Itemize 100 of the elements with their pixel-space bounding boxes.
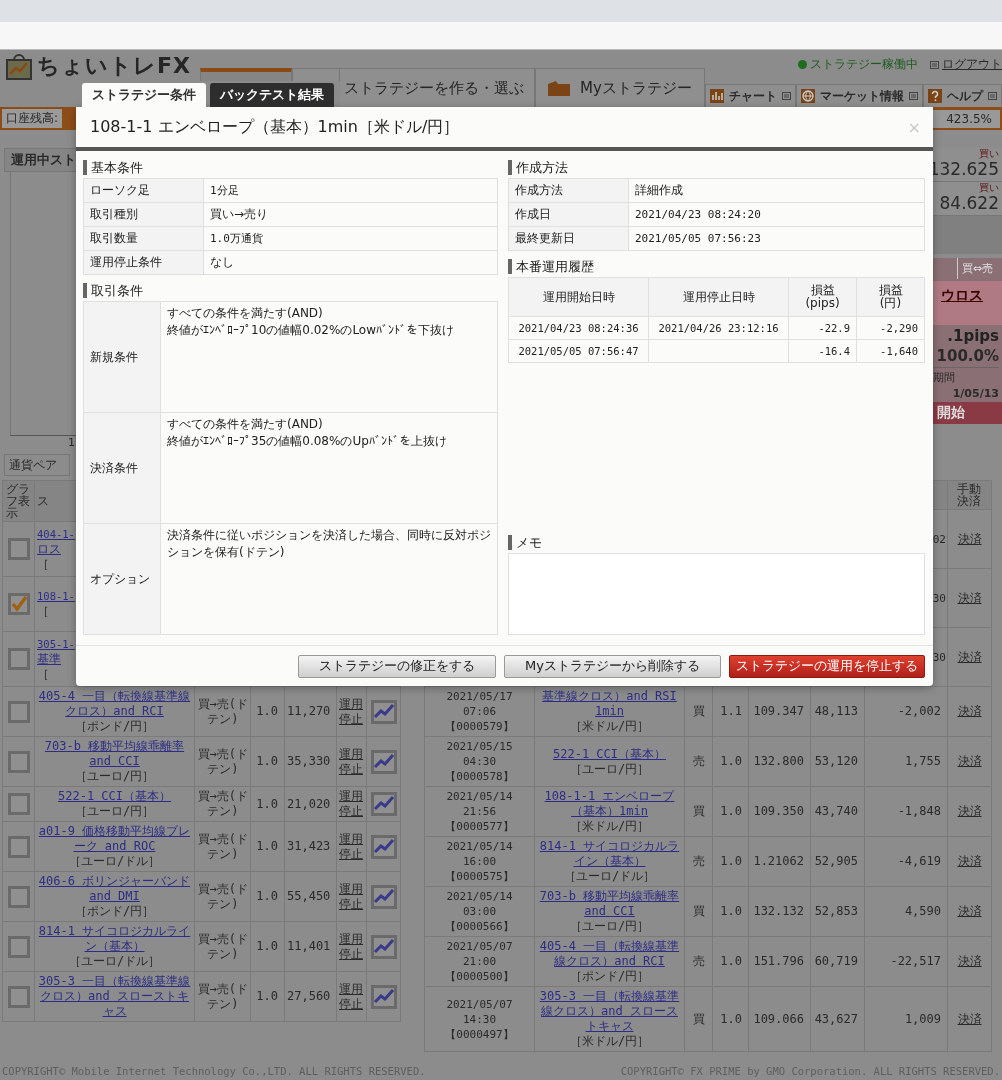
bar-chart-icon — [710, 89, 724, 103]
column-header: 損益 (円) — [856, 277, 925, 317]
settle-link[interactable]: 決済 — [957, 1011, 982, 1026]
strategy-link[interactable]: ロス — [37, 541, 61, 557]
condition-text: すべての条件を満たす(AND) — [167, 416, 324, 433]
condition-text: すべての条件を満たす(AND) — [167, 305, 324, 322]
strategy-link[interactable]: 814-1 サイコロジカルライン（基本） — [37, 924, 192, 954]
nav-tab-label[interactable]: ストラテジーを作る・選ぶ — [340, 68, 535, 107]
tab[interactable]: ストラテジー条件 — [82, 83, 206, 107]
line-chart-icon[interactable] — [370, 792, 397, 816]
settle-link[interactable]: 決済 — [957, 854, 982, 868]
order-id: 【0000497】 — [444, 1026, 515, 1042]
settle-link[interactable]: 決済 — [957, 804, 982, 818]
window-icon — [988, 92, 997, 100]
settle-link[interactable]: 決済 — [957, 649, 982, 664]
order-date: 2021/05/07 14:30 — [445, 996, 514, 1027]
pair-label: ［米ドル/円］ — [568, 819, 651, 834]
tab[interactable]: バックテスト結果 — [210, 83, 334, 107]
checkbox[interactable] — [7, 885, 30, 908]
tool-button[interactable]: マーケット情報 — [796, 84, 923, 107]
strategy-link[interactable]: 108-1-1 エンベロープ（基本）1min — [537, 789, 682, 819]
field-label: 作成方法 — [508, 178, 629, 203]
start-button[interactable]: 開始 — [933, 402, 1002, 424]
strategy-link[interactable]: 405-4 一目（転換線基準線クロス）and RCI — [537, 939, 682, 969]
nav-tab[interactable] — [292, 68, 340, 81]
nav-tab[interactable] — [200, 68, 292, 81]
price: 151.796 — [748, 936, 811, 987]
checkbox[interactable] — [7, 793, 30, 815]
profit-value: -22,517 — [864, 936, 948, 987]
settle-link[interactable]: 決済 — [957, 531, 982, 546]
stop-button[interactable]: ストラテジーの運用を停止する — [729, 654, 925, 678]
strategy-link[interactable]: 703-b 移動平均線乖離率 and CCI — [537, 889, 682, 919]
memo-field[interactable] — [508, 553, 925, 635]
strategy-link[interactable]: 基準線クロス）and RSI 1min — [537, 689, 682, 719]
strategy-link[interactable]: 305-1- — [37, 636, 75, 652]
profit-value: -4,619 — [864, 836, 948, 887]
checkbox[interactable] — [7, 835, 30, 858]
tool-button[interactable]: ヘルプ — [923, 84, 1002, 107]
quantity: 1.0 — [712, 736, 749, 787]
strategy-link[interactable]: 基準 — [37, 651, 61, 667]
field-label: ローソク足 — [83, 178, 204, 203]
field-label: 新規条件 — [83, 301, 161, 413]
strategy-link[interactable]: 814-1 サイコロジカルライン（基本） — [537, 839, 682, 869]
strategy-link[interactable]: 522-1 CCI（基本） — [537, 746, 682, 762]
settle-link[interactable]: 決済 — [957, 590, 982, 605]
strategy-link[interactable]: 404-1- — [37, 526, 75, 542]
field-label: 決済条件 — [83, 412, 161, 524]
nav-tab[interactable]: Myストラテジー — [535, 68, 705, 107]
logout-link[interactable]: ログアウト — [930, 56, 1002, 73]
pair-label: ［ポンド/円］ — [73, 904, 156, 919]
pair-label: ［米ドル/円］ — [568, 1034, 651, 1049]
checkbox[interactable] — [7, 648, 30, 670]
line-chart-icon[interactable] — [370, 699, 397, 724]
checkbox[interactable] — [7, 750, 30, 773]
strategy-link[interactable]: 406-6 ボリンジャーバンド and DMI — [37, 874, 192, 904]
action-button[interactable]: ストラテジーの修正をする — [298, 654, 497, 678]
tool-button[interactable]: チャート — [705, 84, 796, 107]
pair-label: ［ユーロ/円］ — [73, 769, 156, 784]
pair-label: ［ — [37, 556, 49, 572]
checkbox[interactable] — [7, 985, 30, 1008]
line-chart-icon[interactable] — [370, 749, 397, 774]
strategy-link[interactable]: 703-b 移動平均線乖離率 and CCI — [37, 739, 192, 769]
checkbox[interactable] — [7, 935, 30, 958]
logo-bag-icon — [5, 52, 33, 80]
field-label: 運用停止条件 — [83, 250, 204, 275]
column-header: 損益 (pips) — [788, 277, 857, 317]
quantity: 1.0 — [712, 986, 749, 1052]
settle-link[interactable]: 決済 — [957, 704, 982, 718]
card-header: 買⇔売 — [956, 258, 993, 279]
strategy-link[interactable]: 522-1 CCI（基本） — [37, 789, 192, 804]
field-value: 1分足 — [203, 178, 498, 203]
amount: 55,450 — [284, 871, 337, 922]
trade-type: 買→売(ドテン) — [197, 931, 249, 962]
strategy-link[interactable]: 108-1- — [37, 589, 75, 604]
trade-side: 売 — [684, 836, 713, 887]
pair-label: ［ — [37, 666, 49, 682]
strategy-link[interactable]: a01-9 価格移動平均線ブレーク and ROC — [37, 824, 192, 854]
ratio-value: 100.0% — [936, 347, 999, 365]
line-chart-icon[interactable] — [370, 884, 397, 909]
strategy-link[interactable]: 405-4 一目（転換線基準線クロス）and RCI — [37, 689, 192, 719]
trade-type: 買→売(ドテン) — [197, 981, 249, 1012]
settle-link[interactable]: 決済 — [957, 954, 982, 968]
action-button[interactable]: Myストラテジーから削除する — [504, 654, 721, 678]
folder-icon — [546, 78, 572, 98]
settle-link[interactable]: 決済 — [957, 904, 982, 918]
line-chart-icon[interactable] — [370, 834, 397, 859]
line-chart-icon[interactable] — [370, 984, 397, 1009]
checkbox[interactable] — [7, 700, 30, 723]
checkbox[interactable] — [7, 538, 30, 560]
settle-link[interactable]: 決済 — [957, 754, 982, 768]
strategy-link[interactable]: 305-3 一目（転換線基準線クロス）and スローストキャス — [537, 989, 682, 1034]
strategy-link[interactable]: ウロス — [933, 281, 1002, 325]
line-chart-icon[interactable] — [370, 934, 397, 959]
field-label: 最終更新日 — [508, 226, 629, 251]
order-date: 2021/05/14 16:00 — [445, 839, 514, 869]
field-label: 取引数量 — [83, 226, 204, 251]
field-value: 買い→売り — [203, 202, 498, 227]
price: 132.800 — [748, 736, 811, 787]
amount: 31,423 — [284, 821, 337, 872]
checkbox[interactable] — [7, 593, 30, 615]
